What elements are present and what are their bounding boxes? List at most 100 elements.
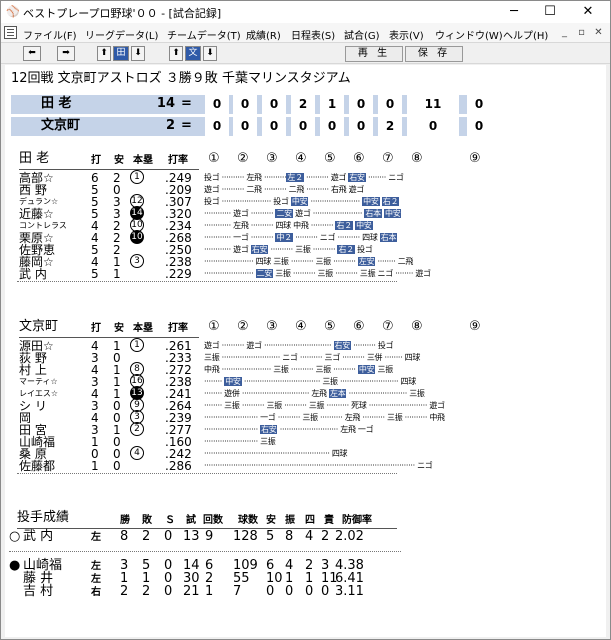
scoreboard-inning-cell: 0	[320, 117, 344, 136]
home-down-button[interactable]: ⬇	[131, 46, 145, 61]
col-header-homeruns: 本塁	[133, 323, 153, 334]
scoreboard-row: 田 老 14 = 0 0 0 2 1 0 0 11 0	[11, 95, 491, 114]
batter-average: .286	[165, 459, 192, 473]
scoreboard-inning-cell: 0	[233, 95, 257, 114]
homerun-count-badge: 1	[130, 170, 144, 184]
pitching-header: 防御率	[342, 515, 372, 526]
pitcher-name[interactable]: 武 内	[23, 530, 53, 544]
inning-number-label: ⑤	[324, 151, 336, 166]
batter-name[interactable]: 佐藤都	[19, 459, 55, 473]
scoreboard-total-runs: 14	[156, 96, 175, 111]
scoreboard-team-name: 田 老	[41, 96, 72, 111]
pitching-dotted-line	[9, 551, 401, 552]
menu-records[interactable]: 成績(R)	[246, 27, 281, 42]
batter-average: .229	[165, 267, 192, 281]
pitching-header: 勝	[120, 515, 130, 526]
scoreboard-inning-cell: 0	[233, 117, 257, 136]
home-team-button[interactable]: 田	[113, 46, 129, 61]
menu-window[interactable]: ウィンドウ(W)	[435, 27, 503, 42]
scoreboard-inning-cell: 0	[262, 117, 286, 136]
replay-button[interactable]: 再 生	[345, 46, 403, 62]
scoreboard-inning-cell: 2	[378, 117, 402, 136]
menu-bar: ファイル(F) リーグデータ(L) チームデータ(T) 成績(R) 日程表(S)…	[1, 23, 610, 42]
out-result: 三振	[375, 365, 394, 374]
pitcher-stat-er: 2	[321, 529, 330, 544]
mdi-close-button[interactable]: ✕	[591, 25, 606, 40]
menu-game[interactable]: 試合(G)	[344, 27, 380, 42]
col-header-hits: 安	[114, 323, 124, 334]
scoreboard-inning-cell: 0	[407, 117, 459, 136]
scoreboard-inning-cell: 0	[291, 117, 315, 136]
scoreboard-inning-cell: 11	[407, 95, 459, 114]
away-up-button[interactable]: ⬆	[169, 46, 183, 61]
out-result: ············ 遊ゴ	[204, 245, 251, 254]
out-result: ·································· 三振 ··…	[241, 377, 416, 386]
homerun-count-badge: 3	[130, 254, 144, 268]
menu-team-data[interactable]: チームデータ(T)	[167, 27, 241, 42]
mdi-restore-button[interactable]: ▫	[574, 25, 589, 40]
pitching-header: 責	[324, 515, 334, 526]
col-header-homeruns: 本塁	[133, 155, 153, 166]
hit-result: 中２	[275, 233, 293, 242]
pitcher-name[interactable]: 吉 村	[23, 585, 53, 599]
maximize-button[interactable]: ☐	[533, 1, 567, 23]
next-game-button[interactable]: ➡	[57, 46, 75, 61]
away-down-button[interactable]: ⬇	[203, 46, 217, 61]
menu-view[interactable]: 表示(V)	[389, 27, 424, 42]
inning-number-label: ①	[208, 319, 220, 334]
game-header: 12回戦 文京町アストロズ ３勝９敗 千葉マリンスタジアム	[11, 71, 351, 86]
menu-file[interactable]: ファイル(F)	[23, 27, 77, 42]
hit-result: 右２	[335, 221, 353, 230]
pitching-header: 安	[266, 515, 276, 526]
minimize-button[interactable]: ─	[497, 1, 531, 23]
away-team-button[interactable]: 文	[185, 46, 201, 61]
menu-schedule[interactable]: 日程表(S)	[291, 27, 335, 42]
prev-game-button[interactable]: ⬅	[23, 46, 41, 61]
out-result: ········	[204, 377, 225, 386]
out-result: 投ゴ	[354, 245, 373, 254]
close-button[interactable]: ✕	[571, 1, 605, 23]
pitcher-result-mark: ●	[9, 558, 21, 573]
menu-help[interactable]: ヘルプ(H)	[503, 27, 548, 42]
out-result: ·········· 投ゴ	[350, 341, 394, 350]
out-result: ············ 左飛 ·········· 四球 中飛 ·······…	[204, 221, 336, 230]
baseball-app-icon[interactable]: ⚾	[6, 5, 20, 19]
team2-team-label: 文京町	[19, 319, 59, 334]
pitcher-stat-er: 0	[321, 584, 330, 599]
out-result: ·········· ニゴ ·········· 四球	[292, 233, 380, 242]
home-up-button[interactable]: ⬆	[97, 46, 111, 61]
pitcher-stat-so: 8	[285, 529, 294, 544]
out-result: ········ ニゴ	[365, 173, 404, 182]
toolbar: ⬅ ➡ ⬆ 田 ⬇ ⬆ 文 ⬇ 再 生 保 存	[1, 42, 610, 64]
save-button[interactable]: 保 存	[405, 46, 463, 62]
inning-number-label: ⑨	[469, 151, 481, 166]
section-divider	[19, 337, 199, 338]
hit-result: 右本	[379, 233, 398, 242]
col-header-average: 打率	[168, 323, 188, 334]
out-result: ·········· 遊ゴ	[303, 173, 349, 182]
pitching-header: 四	[305, 515, 315, 526]
out-result: ·························· 左飛 一ゴ	[277, 425, 374, 434]
title-bar: ⚾ ベストプレープロ野球'００ - [試合記録] ─ ☐ ✕	[1, 1, 610, 23]
pitcher-stat-h: 5	[266, 529, 275, 544]
game-record-panel: 12回戦 文京町アストロズ ３勝９敗 千葉マリンスタジアム 田 老 14 = 0 0 0 2…	[5, 65, 606, 637]
hit-result: 二安	[275, 209, 293, 218]
at-bat-results: ························ 一ゴ ·········· 三…	[204, 412, 445, 424]
pitcher-stat-ip: 1	[205, 584, 214, 599]
document-icon[interactable]	[4, 26, 17, 39]
at-bat-results: 投ゴ ·········· 左飛 ··········左２ ··········…	[204, 172, 404, 184]
menu-league-data[interactable]: リーグデータ(L)	[85, 27, 158, 42]
hit-result: 右２	[381, 197, 400, 206]
col-header-ab: 打	[91, 323, 101, 334]
out-result: ························ 三振	[204, 437, 276, 446]
batter-name[interactable]: 武 内	[19, 267, 47, 281]
pitcher-stat-s: 0	[164, 529, 173, 544]
pitching-header: 振	[285, 515, 295, 526]
pitcher-hand: 左	[91, 574, 101, 585]
out-result: ········ 二飛	[375, 257, 414, 266]
scoreboard-inning-cell: 0	[378, 95, 402, 114]
at-bat-results: ········································…	[204, 448, 348, 460]
at-bat-results: 投ゴ ······················ 投ゴ 中安 ········…	[204, 196, 400, 208]
out-result: 中飛 ······················ 三振 ·········· …	[204, 365, 358, 374]
mdi-minimize-button[interactable]: _	[557, 25, 572, 40]
